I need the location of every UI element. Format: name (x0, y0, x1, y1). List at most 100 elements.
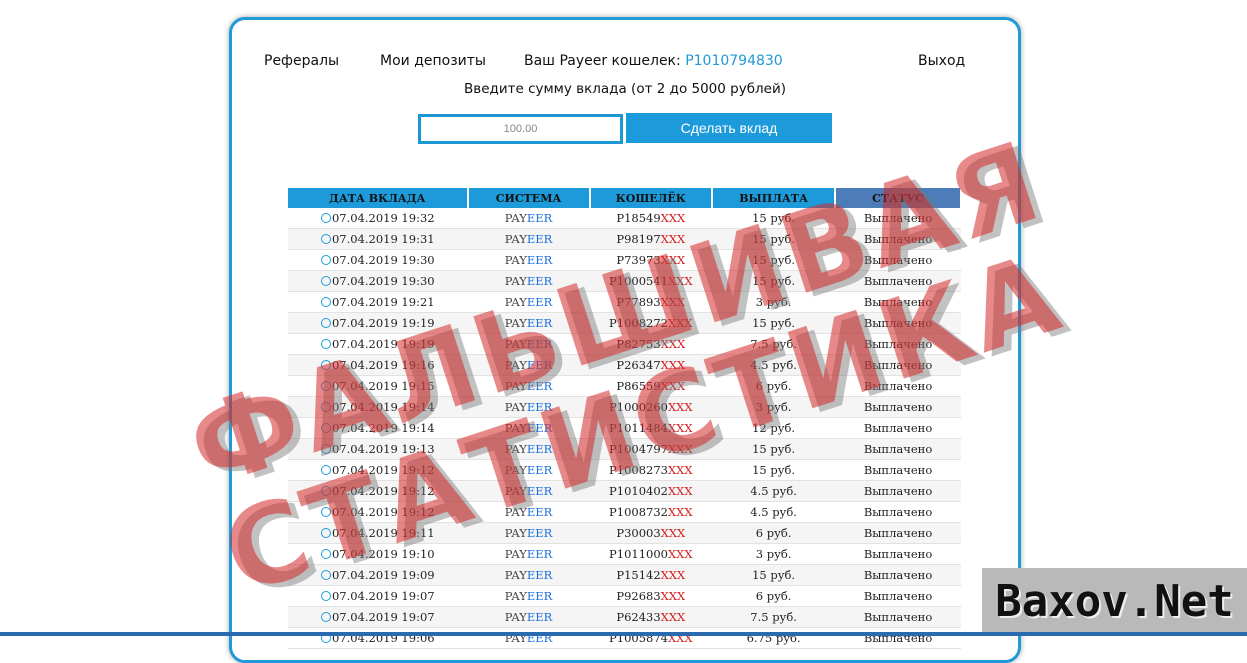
nav-logout-link[interactable]: Выход (918, 53, 965, 69)
cell-payout: 3 руб. (712, 543, 836, 565)
cell-status: Выплачено (835, 291, 961, 313)
cell-system: PAYEER (467, 501, 590, 523)
cell-wallet: P92683XXX (589, 585, 713, 607)
cell-status: Выплачено (835, 208, 961, 229)
table-row: 07.04.2019 19:15 PAYEER P86559XXX 6 руб. Вып… (288, 375, 961, 397)
clock-icon (320, 297, 331, 307)
cell-status: Выплачено (835, 354, 961, 376)
site-watermark: Baxov.Net (982, 568, 1247, 636)
table-row: 07.04.2019 19:13 PAYEER P1004797XXX 15 руб.… (288, 438, 961, 460)
clock-icon (320, 276, 331, 286)
nav-referrals-link[interactable]: Рефералы (264, 53, 339, 69)
cell-status: Выплачено (835, 564, 961, 586)
cell-wallet: P30003XXX (589, 522, 713, 544)
cell-wallet: P82753XXX (589, 333, 713, 355)
table-row: 07.04.2019 19:30 PAYEER P73973XXX 15 руб. Вы… (288, 249, 961, 271)
cell-status: Выплачено (835, 375, 961, 397)
cell-status: Выплачено (835, 627, 961, 649)
clock-icon (320, 612, 331, 622)
cell-wallet: P86559XXX (589, 375, 713, 397)
cell-date: 07.04.2019 19:21 (288, 291, 468, 313)
table-row: 07.04.2019 19:21 PAYEER P77893XXX 3 руб. Вып… (288, 291, 961, 313)
cell-status: Выплачено (835, 459, 961, 481)
cell-payout: 15 руб. (712, 228, 836, 250)
table-row: 07.04.2019 19:10 PAYEER P1011000XXX 3 руб. В… (288, 543, 961, 565)
cell-status: Выплачено (835, 501, 961, 523)
clock-icon (320, 444, 331, 454)
cell-system: PAYEER (467, 291, 590, 313)
cell-payout: 15 руб. (712, 312, 836, 334)
clock-icon (320, 528, 331, 538)
cell-date: 07.04.2019 19:07 (288, 606, 468, 628)
cell-date: 07.04.2019 19:30 (288, 270, 468, 292)
bottom-edge-bar (0, 632, 1247, 636)
cell-system: PAYEER (467, 396, 590, 418)
cell-date: 07.04.2019 19:31 (288, 228, 468, 250)
cell-wallet: P1000541XXX (589, 270, 713, 292)
cell-status: Выплачено (835, 333, 961, 355)
wallet-info: Ваш Payeer кошелек: P1010794830 (524, 53, 783, 69)
wallet-label: Ваш Payeer кошелек: (524, 53, 686, 69)
cell-status: Выплачено (835, 438, 961, 460)
table-row: 07.04.2019 19:07 PAYEER P62433XXX 7.5 руб. В… (288, 606, 961, 628)
cell-payout: 15 руб. (712, 208, 836, 229)
cell-payout: 15 руб. (712, 270, 836, 292)
cell-system: PAYEER (467, 417, 590, 439)
cell-system: PAYEER (467, 564, 590, 586)
cell-system: PAYEER (467, 606, 590, 628)
table-row: 07.04.2019 19:12 PAYEER P1010402XXX 4.5 руб… (288, 480, 961, 502)
cell-system: PAYEER (467, 270, 590, 292)
clock-icon (320, 465, 331, 475)
cell-system: PAYEER (467, 375, 590, 397)
cell-date: 07.04.2019 19:19 (288, 333, 468, 355)
deposit-amount-input[interactable] (418, 114, 623, 144)
cell-status: Выплачено (835, 480, 961, 502)
cell-wallet: P1008272XXX (589, 312, 713, 334)
cell-wallet: P1000260XXX (589, 396, 713, 418)
cell-status: Выплачено (835, 585, 961, 607)
clock-icon (320, 591, 331, 601)
col-header-system: СИСТЕМА (466, 188, 591, 208)
clock-icon (320, 402, 331, 412)
cell-payout: 4.5 руб. (712, 501, 836, 523)
cell-wallet: P1011484XXX (589, 417, 713, 439)
cell-date: 07.04.2019 19:30 (288, 249, 468, 271)
cell-payout: 15 руб. (712, 249, 836, 271)
table-row: 07.04.2019 19:19 PAYEER P1008272XXX 15 руб.… (288, 312, 961, 334)
table-row: 07.04.2019 19:12 PAYEER P1008273XXX 15 руб.… (288, 459, 961, 481)
cell-date: 07.04.2019 19:14 (288, 417, 468, 439)
make-deposit-button[interactable]: Сделать вклад (626, 113, 832, 143)
cell-system: PAYEER (467, 627, 590, 649)
col-header-status: СТАТУС (834, 188, 962, 208)
table-row: 07.04.2019 19:31 PAYEER P98197XXX 15 руб. Вы… (288, 228, 961, 250)
cell-system: PAYEER (467, 208, 590, 229)
cell-status: Выплачено (835, 522, 961, 544)
cell-wallet: P1011000XXX (589, 543, 713, 565)
cell-status: Выплачено (835, 312, 961, 334)
cell-system: PAYEER (467, 228, 590, 250)
clock-icon (320, 486, 331, 496)
table-row: 07.04.2019 19:32 PAYEER P18549XXX 15 руб. Вы… (288, 208, 961, 229)
cell-date: 07.04.2019 19:12 (288, 459, 468, 481)
clock-icon (320, 213, 331, 223)
cell-status: Выплачено (835, 417, 961, 439)
cell-payout: 7.5 руб. (712, 606, 836, 628)
cell-wallet: P18549XXX (589, 208, 713, 229)
clock-icon (320, 255, 331, 265)
nav-deposits-link[interactable]: Мои депозиты (380, 53, 486, 69)
wallet-id: P1010794830 (685, 53, 783, 69)
cell-system: PAYEER (467, 543, 590, 565)
table-row: 07.04.2019 19:30 PAYEER P1000541XXX 15 руб.… (288, 270, 961, 292)
cell-status: Выплачено (835, 270, 961, 292)
cell-wallet: P62433XXX (589, 606, 713, 628)
cell-wallet: P1010402XXX (589, 480, 713, 502)
clock-icon (320, 549, 331, 559)
table-row: 07.04.2019 19:09 PAYEER P15142XXX 15 руб. Вы… (288, 564, 961, 586)
cell-system: PAYEER (467, 522, 590, 544)
cell-wallet: P1008732XXX (589, 501, 713, 523)
main-panel: Рефералы Мои депозиты Ваш Payeer кошелек… (229, 17, 1021, 663)
clock-icon (320, 339, 331, 349)
cell-wallet: P15142XXX (589, 564, 713, 586)
clock-icon (320, 570, 331, 580)
cell-date: 07.04.2019 19:06 (288, 627, 468, 649)
